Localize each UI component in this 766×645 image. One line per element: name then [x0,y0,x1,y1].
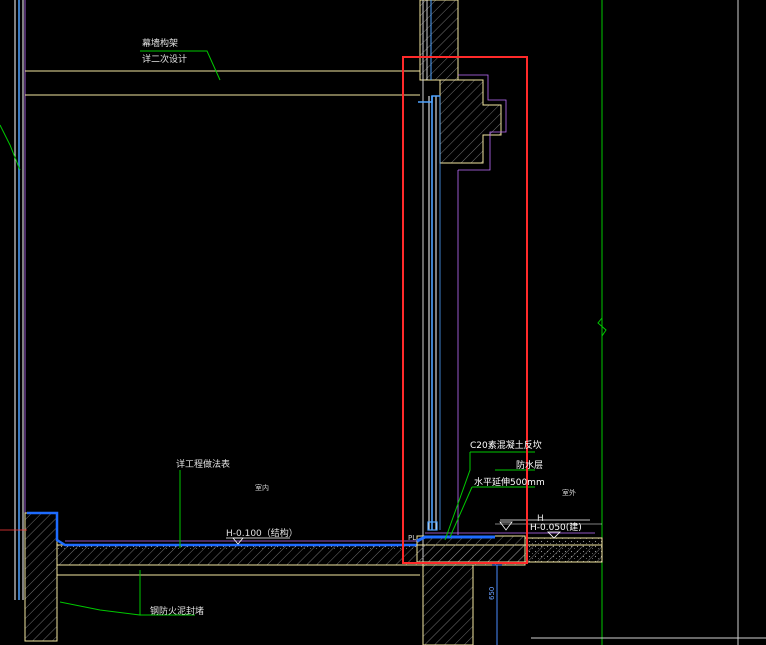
lower-column [422,564,474,645]
annotation-outdoor: 室外 [562,488,576,497]
annotation-project-finish-table: 详工程做法表 [176,458,230,470]
annotation-curtain-wall-structure-l1: 幕墙构架 [142,37,178,49]
annotation-fire-barrier: 钢防火泥封堵 [150,605,204,617]
annotation-elevation-building: H-0.050(建) [530,521,582,533]
dimension-650-label: 650 [488,587,496,600]
annotation-waterproof-layer: 防水层 [516,459,543,471]
annotation-concrete-curb: C20素混凝土反坎 [470,439,542,451]
annotation-pl-marker: PL [408,534,416,542]
annotation-indoor: 室内 [255,483,269,492]
annotation-horizontal-extension: 水平延伸500mm [474,476,545,488]
upper-column [419,0,459,81]
annotation-elevation-structural: H-0.100（结构） [226,527,298,539]
annotation-curtain-wall-structure-l2: 详二次设计 [142,53,187,65]
cad-drawing-canvas: 650 幕墙构架 详二次设计 详工程做法表 室内 室外 H-0.100（结构） … [0,0,766,645]
